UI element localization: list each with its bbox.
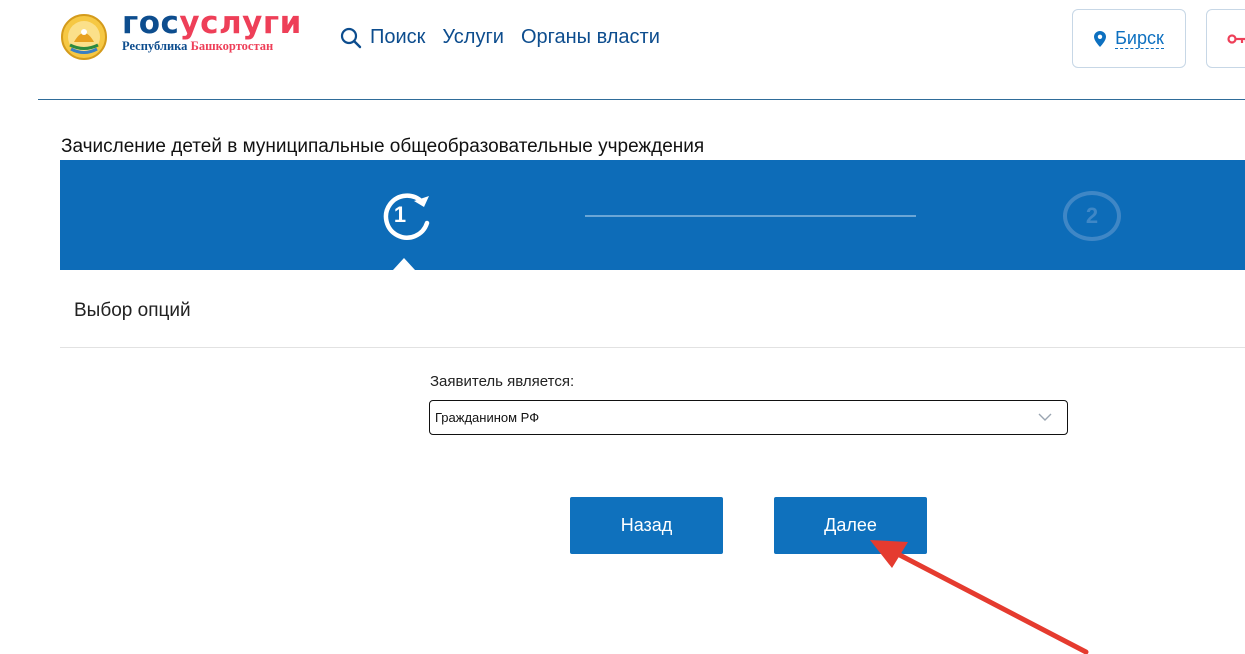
step-connector-line: [585, 215, 916, 217]
annotation-arrow-icon: [870, 540, 1089, 654]
active-step-pointer: [393, 258, 415, 270]
logo-region: Республика Башкортостан: [122, 39, 302, 54]
logo-region-part1: Республика: [122, 39, 188, 53]
page: госуслуги Республика Башкортостан Поиск …: [0, 0, 1245, 654]
city-selector-button[interactable]: Бирск: [1072, 9, 1186, 68]
step-1-number: 1: [393, 202, 407, 227]
login-button[interactable]: [1206, 9, 1245, 68]
applicant-type-label: Заявитель является:: [430, 373, 575, 390]
step-2-indicator: 2: [1063, 191, 1121, 241]
main-nav: Поиск Услуги Органы власти: [340, 26, 677, 49]
nav-services-link[interactable]: Услуги: [442, 26, 504, 49]
location-pin-icon: [1094, 30, 1107, 47]
header-divider: [38, 99, 1245, 100]
chevron-down-icon: [1038, 413, 1052, 421]
logo-region-part2: Башкортостан: [190, 39, 274, 53]
back-button[interactable]: Назад: [570, 497, 723, 554]
logo-wordmark: госуслуги: [122, 6, 302, 40]
city-name: Бирск: [1115, 28, 1164, 49]
step-1-indicator: 1: [376, 188, 436, 242]
applicant-type-select[interactable]: Гражданином РФ: [429, 400, 1068, 435]
applicant-type-value: Гражданином РФ: [435, 410, 540, 425]
logo-wordmark-part2: услуги: [179, 5, 302, 41]
bashkortostan-emblem-icon[interactable]: [60, 12, 108, 62]
section-divider: [60, 347, 1245, 348]
nav-search-link[interactable]: Поиск: [370, 26, 425, 49]
search-icon[interactable]: [340, 27, 362, 49]
logo-wordmark-part1: гос: [122, 5, 180, 41]
key-icon: [1227, 34, 1245, 44]
service-title: Зачисление детей в муниципальные общеобр…: [61, 136, 705, 157]
step-progress-bar: 1 2: [60, 160, 1245, 270]
gosuslugi-logo[interactable]: госуслуги Республика Башкортостан: [122, 6, 302, 54]
section-title: Выбор опций: [74, 300, 191, 321]
nav-authorities-link[interactable]: Органы власти: [521, 26, 660, 49]
